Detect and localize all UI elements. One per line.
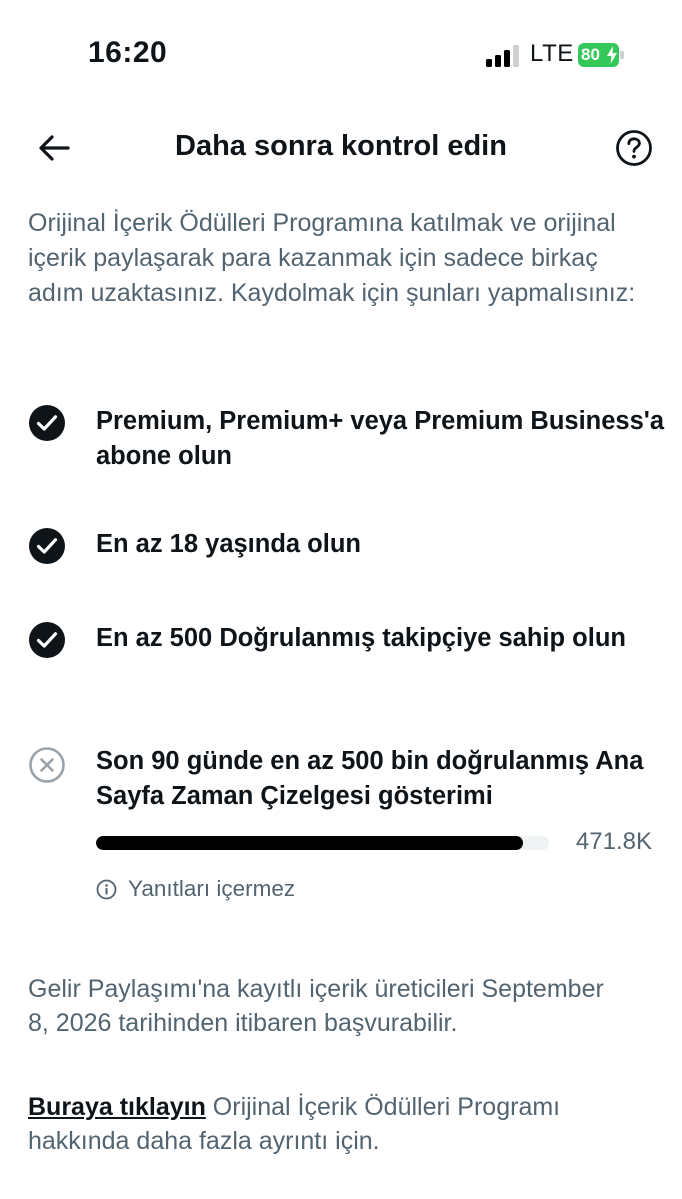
info-icon — [96, 879, 117, 900]
details-link[interactable]: Buraya tıklayın — [28, 1093, 206, 1121]
progress-value: 471.8K — [575, 828, 652, 855]
impressions-progress-bar — [96, 836, 549, 850]
requirement-label: Son 90 günde en az 500 bin doğrulanmış A… — [96, 747, 644, 810]
x-circle-icon — [29, 747, 65, 783]
battery-icon: 80 — [578, 43, 624, 67]
requirement-label: Premium, Premium+ veya Premium Business'… — [96, 407, 665, 470]
help-button[interactable] — [615, 129, 653, 167]
requirement-label: En az 18 yaşında olun — [96, 530, 361, 558]
check-circle-icon — [29, 528, 65, 564]
status-time: 16:20 — [88, 36, 168, 69]
network-type: LTE — [530, 40, 574, 67]
check-circle-icon — [29, 622, 65, 658]
intro-text: Orijinal İçerik Ödülleri Programına katı… — [28, 209, 636, 307]
charging-bolt-icon — [607, 46, 617, 64]
requirement-label: En az 500 Doğrulanmış takipçiye sahip ol… — [96, 624, 626, 652]
status-bar: 16:20 LTE 80 — [0, 0, 682, 110]
page-header: Daha sonra kontrol edin — [0, 118, 682, 178]
battery-cap — [620, 51, 624, 59]
details-text: Buraya tıklayın Orijinal İçerik Ödülleri… — [28, 1090, 658, 1158]
question-circle-icon — [616, 130, 652, 166]
cellular-signal-icon — [486, 43, 520, 67]
page-title: Daha sonra kontrol edin — [175, 130, 507, 162]
check-circle-icon — [29, 405, 65, 441]
progress-fill — [96, 836, 524, 850]
eligibility-text: Gelir Paylaşımı'na kayıtlı içerik üretic… — [28, 975, 604, 1037]
info-note-text: Yanıtları içermez — [128, 876, 296, 901]
